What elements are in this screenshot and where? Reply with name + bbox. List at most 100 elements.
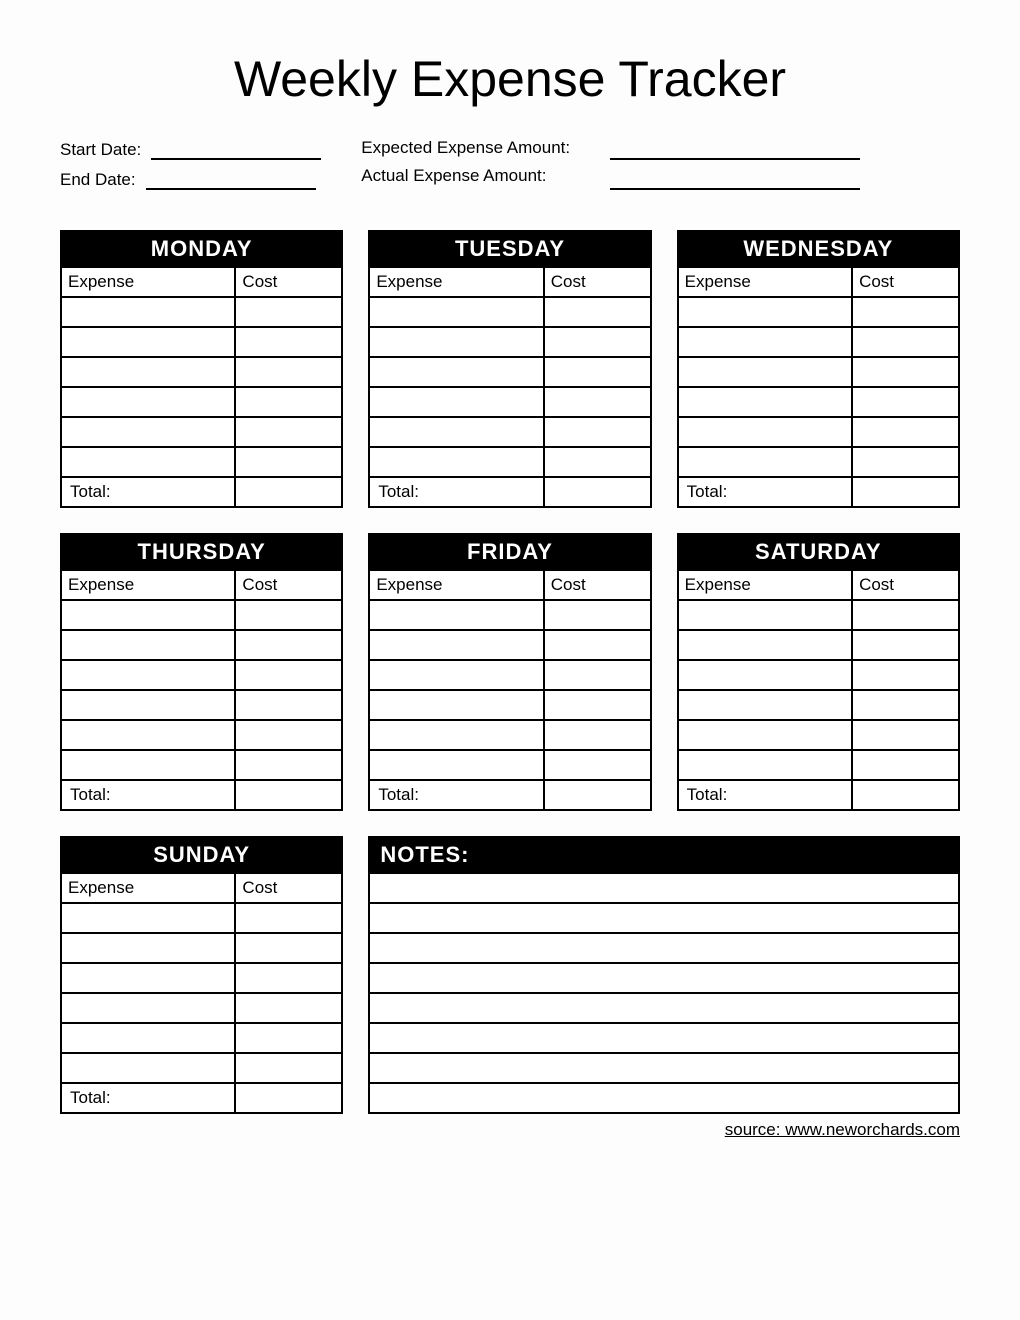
cost-cell[interactable] [544,327,651,357]
cost-cell[interactable] [544,357,651,387]
expense-cell[interactable] [61,720,235,750]
cost-cell[interactable] [235,357,342,387]
cost-cell[interactable] [852,357,959,387]
expense-cell[interactable] [369,327,543,357]
cost-cell[interactable] [544,417,651,447]
cost-cell[interactable] [544,660,651,690]
notes-line[interactable] [369,993,959,1023]
total-value[interactable] [235,477,342,507]
expense-cell[interactable] [678,720,852,750]
expense-cell[interactable] [678,417,852,447]
expense-cell[interactable] [678,600,852,630]
expense-cell[interactable] [61,417,235,447]
cost-cell[interactable] [852,720,959,750]
cost-cell[interactable] [235,417,342,447]
expense-cell[interactable] [61,387,235,417]
total-value[interactable] [235,1083,342,1113]
expense-cell[interactable] [369,447,543,477]
expense-cell[interactable] [61,1053,235,1083]
cost-cell[interactable] [235,933,342,963]
notes-line[interactable] [369,1083,959,1113]
cost-cell[interactable] [544,297,651,327]
expense-cell[interactable] [678,630,852,660]
cost-cell[interactable] [235,660,342,690]
cost-cell[interactable] [235,903,342,933]
expense-cell[interactable] [61,630,235,660]
expense-cell[interactable] [678,447,852,477]
expense-cell[interactable] [369,630,543,660]
expense-cell[interactable] [369,387,543,417]
cost-cell[interactable] [852,417,959,447]
cost-cell[interactable] [852,660,959,690]
expense-cell[interactable] [369,720,543,750]
cost-cell[interactable] [544,447,651,477]
notes-line[interactable] [369,903,959,933]
cost-cell[interactable] [544,750,651,780]
expense-cell[interactable] [678,387,852,417]
cost-cell[interactable] [544,690,651,720]
expected-amount-input[interactable] [610,138,860,160]
expense-cell[interactable] [369,690,543,720]
expense-cell[interactable] [61,963,235,993]
expense-cell[interactable] [369,417,543,447]
cost-cell[interactable] [235,690,342,720]
total-value[interactable] [852,780,959,810]
expense-cell[interactable] [61,660,235,690]
expense-cell[interactable] [369,660,543,690]
cost-cell[interactable] [235,963,342,993]
cost-cell[interactable] [235,447,342,477]
total-value[interactable] [235,780,342,810]
cost-cell[interactable] [235,327,342,357]
cost-cell[interactable] [235,1053,342,1083]
total-value[interactable] [544,477,651,507]
cost-cell[interactable] [852,690,959,720]
cost-cell[interactable] [544,600,651,630]
cost-cell[interactable] [852,297,959,327]
cost-cell[interactable] [544,630,651,660]
notes-line[interactable] [369,963,959,993]
expense-cell[interactable] [61,600,235,630]
cost-cell[interactable] [852,327,959,357]
cost-cell[interactable] [544,387,651,417]
total-value[interactable] [852,477,959,507]
notes-line[interactable] [369,933,959,963]
expense-cell[interactable] [369,357,543,387]
cost-cell[interactable] [235,1023,342,1053]
cost-cell[interactable] [235,387,342,417]
cost-cell[interactable] [544,720,651,750]
cost-cell[interactable] [235,630,342,660]
expense-cell[interactable] [61,327,235,357]
cost-cell[interactable] [235,297,342,327]
expense-cell[interactable] [61,297,235,327]
expense-cell[interactable] [61,750,235,780]
cost-cell[interactable] [235,720,342,750]
expense-cell[interactable] [61,933,235,963]
expense-cell[interactable] [678,357,852,387]
expense-cell[interactable] [369,750,543,780]
expense-cell[interactable] [678,660,852,690]
notes-line[interactable] [369,1053,959,1083]
total-value[interactable] [544,780,651,810]
expense-cell[interactable] [678,750,852,780]
expense-cell[interactable] [61,357,235,387]
cost-cell[interactable] [852,600,959,630]
expense-cell[interactable] [61,903,235,933]
end-date-input[interactable] [146,168,316,190]
cost-cell[interactable] [852,750,959,780]
cost-cell[interactable] [235,750,342,780]
notes-line[interactable] [369,873,959,903]
actual-amount-input[interactable] [610,168,860,190]
expense-cell[interactable] [61,690,235,720]
expense-cell[interactable] [369,297,543,327]
expense-cell[interactable] [61,993,235,1023]
start-date-input[interactable] [151,138,321,160]
cost-cell[interactable] [235,993,342,1023]
expense-cell[interactable] [678,690,852,720]
cost-cell[interactable] [852,630,959,660]
cost-cell[interactable] [852,387,959,417]
cost-cell[interactable] [235,600,342,630]
expense-cell[interactable] [678,327,852,357]
cost-cell[interactable] [852,447,959,477]
expense-cell[interactable] [678,297,852,327]
expense-cell[interactable] [61,1023,235,1053]
